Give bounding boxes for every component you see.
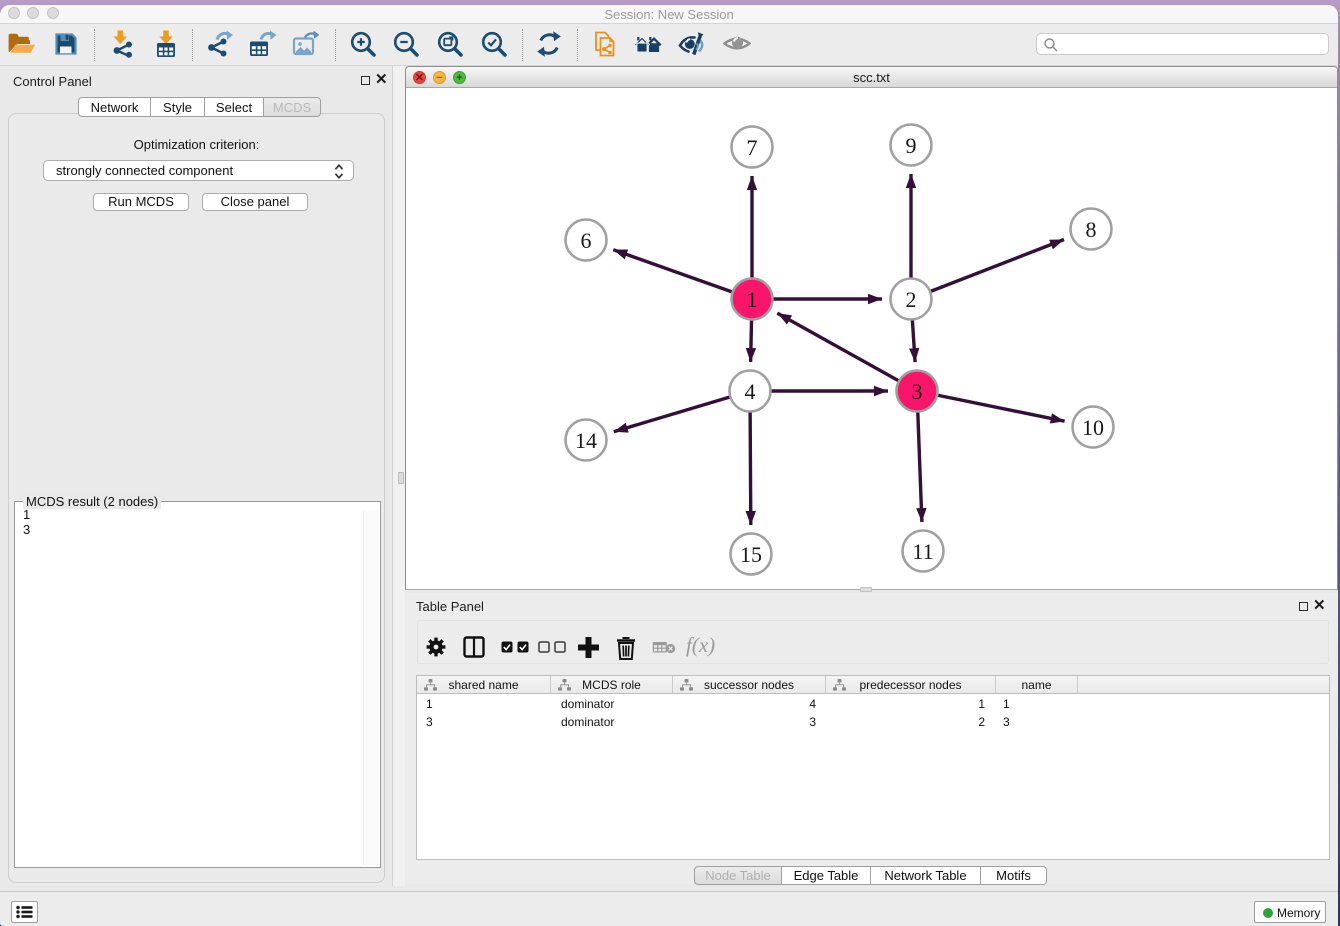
svg-text:2: 2: [906, 287, 917, 312]
svg-text:15: 15: [740, 542, 762, 567]
svg-text:1: 1: [747, 287, 758, 312]
svg-text:10: 10: [1082, 415, 1104, 440]
svg-text:9: 9: [906, 133, 917, 158]
svg-text:11: 11: [912, 539, 933, 564]
svg-text:4: 4: [745, 379, 756, 404]
svg-text:7: 7: [747, 135, 758, 160]
svg-text:6: 6: [581, 228, 592, 253]
svg-text:3: 3: [912, 379, 923, 404]
svg-text:14: 14: [575, 428, 597, 453]
svg-text:8: 8: [1086, 217, 1097, 242]
